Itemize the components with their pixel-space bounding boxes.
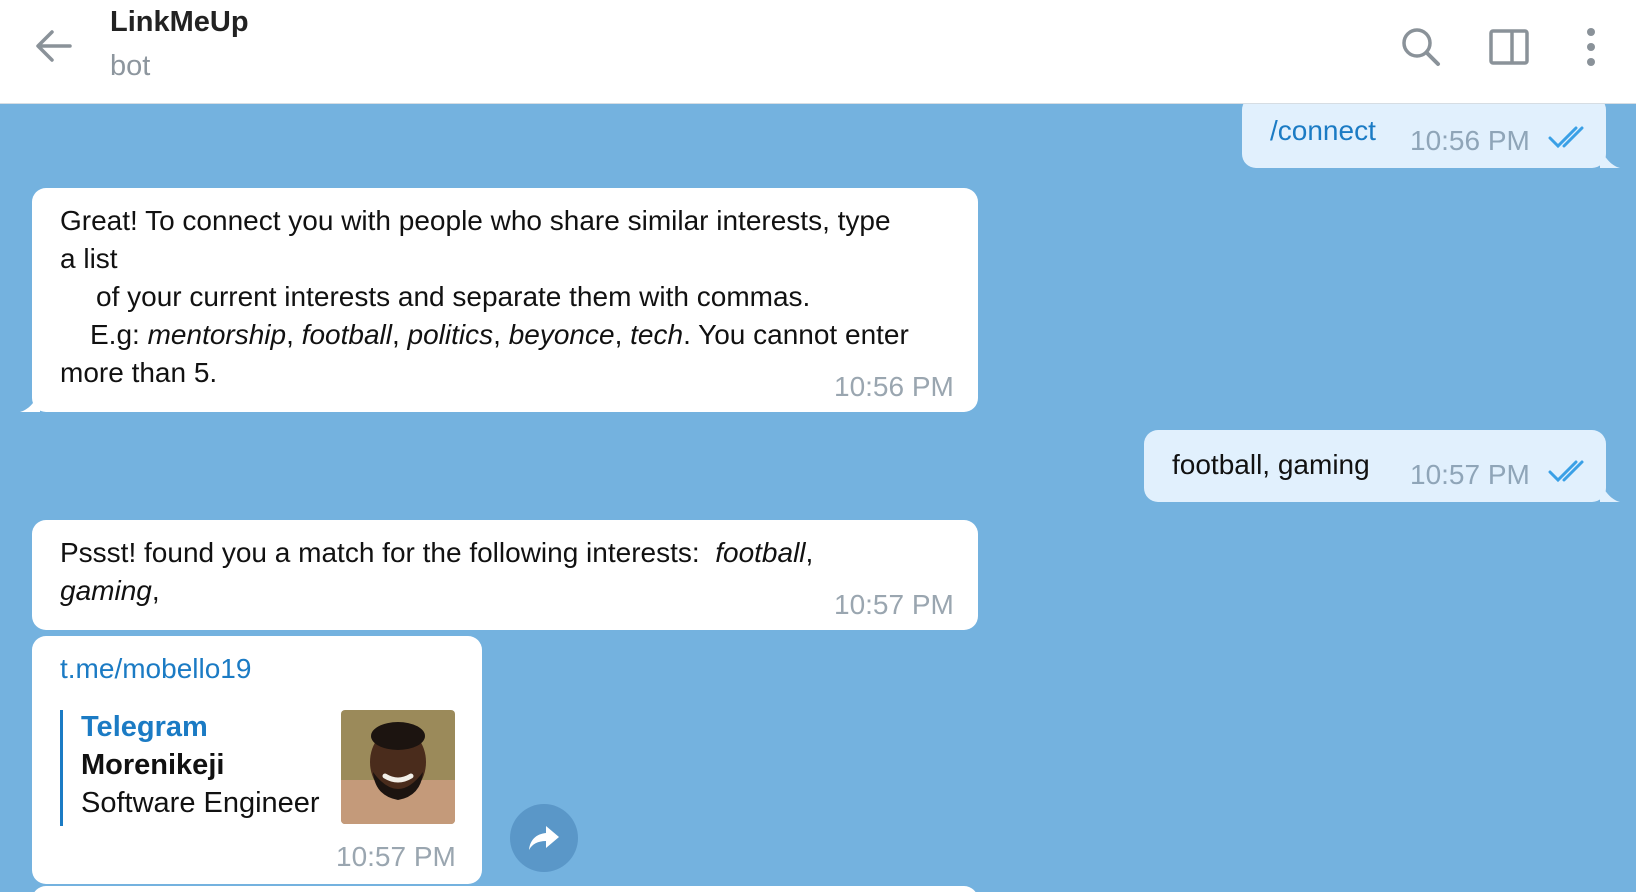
message-text: football, gaming	[1172, 449, 1370, 480]
message-time: 10:56 PM	[834, 371, 954, 402]
side-panel-icon[interactable]	[1486, 24, 1532, 70]
message-time: 10:56 PM	[1410, 125, 1530, 156]
link-preview-message[interactable]: t.me/mobello19 Telegram Morenikeji Softw…	[32, 636, 482, 884]
message-list[interactable]: /connect 10:56 PM Great! To connect you …	[0, 104, 1636, 892]
message-line: Great! To connect you with people who sh…	[60, 205, 891, 236]
example-interest: tech	[630, 319, 684, 350]
preview-site-name: Telegram	[81, 711, 208, 743]
chat-title[interactable]: LinkMeUp	[110, 6, 249, 39]
message-line: of your current interests and separate t…	[96, 281, 811, 312]
more-menu-icon[interactable]	[1568, 24, 1614, 70]
message-line: a list	[60, 243, 118, 274]
bubble-tail	[1600, 146, 1620, 168]
example-suffix: . You cannot enter	[683, 319, 909, 350]
matched-interest: football	[715, 537, 806, 568]
message-line: more than 5.	[60, 357, 218, 388]
message-time: 10:57 PM	[1410, 459, 1530, 490]
example-interest: beyonce	[508, 319, 615, 350]
incoming-message[interactable]	[32, 886, 978, 892]
chat-subtitle: bot	[110, 50, 151, 82]
profile-link[interactable]: t.me/mobello19	[60, 650, 251, 688]
share-arrow-icon	[529, 826, 559, 850]
preview-title: Morenikeji	[81, 749, 225, 781]
preview-description: Software Engineer	[81, 787, 320, 819]
chat-header: LinkMeUp bot	[0, 0, 1636, 104]
example-prefix: E.g:	[90, 319, 148, 350]
bubble-tail	[1600, 480, 1620, 502]
message-line: Pssst! found you a match for the followi…	[60, 537, 814, 568]
link-preview-card[interactable]: Telegram Morenikeji Software Engineer	[60, 710, 456, 826]
incoming-message[interactable]: Great! To connect you with people who sh…	[32, 188, 978, 412]
outgoing-message[interactable]: football, gaming 10:57 PM	[1144, 430, 1606, 502]
matched-interest: gaming	[60, 575, 152, 606]
profile-photo[interactable]	[341, 710, 455, 824]
search-icon[interactable]	[1398, 24, 1444, 70]
back-arrow-icon[interactable]	[34, 26, 74, 66]
example-interest: mentorship	[147, 319, 287, 350]
share-button[interactable]	[510, 804, 578, 872]
incoming-message[interactable]: Pssst! found you a match for the followi…	[32, 520, 978, 630]
message-time: 10:57 PM	[336, 841, 456, 872]
double-check-icon	[1548, 460, 1584, 483]
bubble-tail	[20, 390, 40, 412]
double-check-icon	[1548, 126, 1584, 149]
message-line: gaming,	[60, 575, 160, 606]
message-time: 10:57 PM	[834, 589, 954, 620]
match-prefix: Pssst! found you a match for the followi…	[60, 537, 700, 568]
command-text[interactable]: /connect	[1270, 112, 1376, 150]
outgoing-message[interactable]: /connect 10:56 PM	[1242, 104, 1606, 168]
example-interest: politics	[407, 319, 494, 350]
message-line: E.g: mentorship, football, politics, bey…	[90, 319, 909, 350]
example-interest: football	[301, 319, 392, 350]
